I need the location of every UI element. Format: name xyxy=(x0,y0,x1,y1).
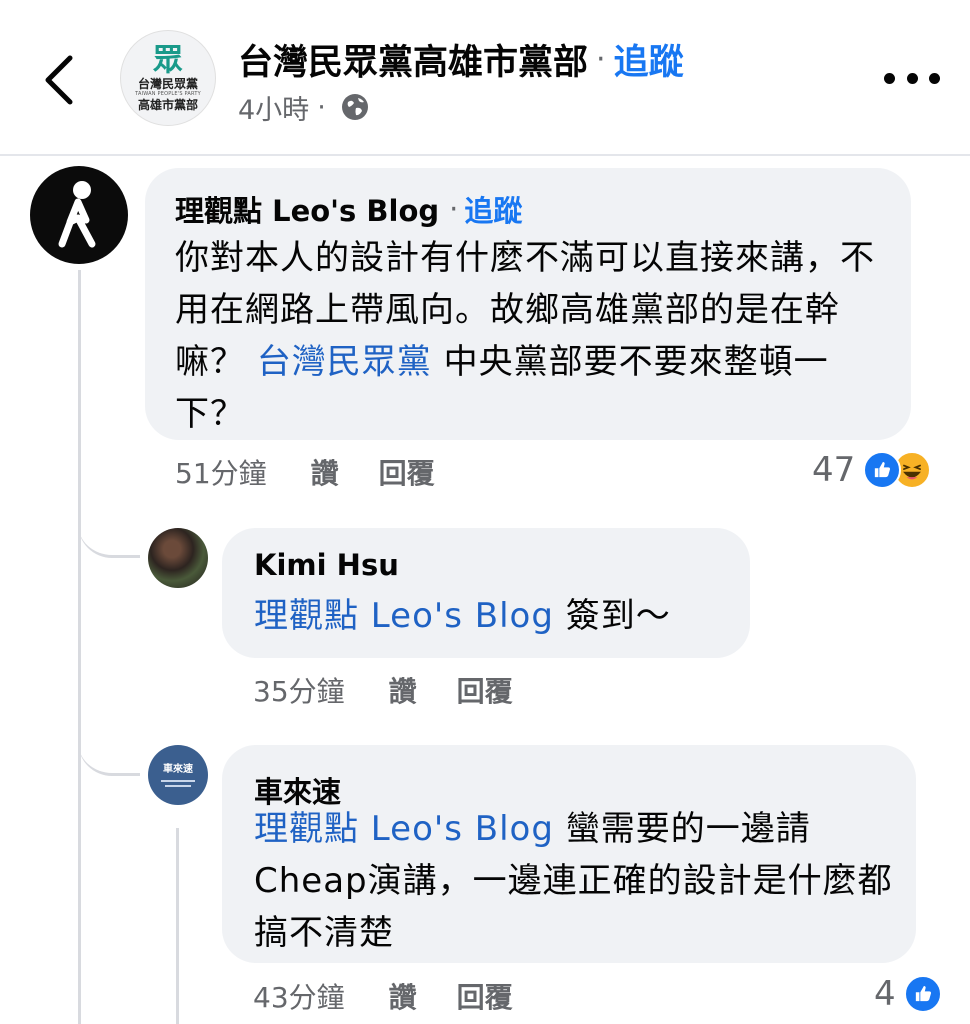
more-dot-icon xyxy=(929,72,940,84)
comment-time[interactable]: 43分鐘 xyxy=(253,976,345,1016)
comment-text-part: 簽到～ xyxy=(553,596,671,636)
avatar-decoration xyxy=(165,784,191,787)
like-button[interactable]: 讚 xyxy=(389,976,417,1016)
thread-line xyxy=(78,270,81,1024)
separator-dot: · xyxy=(596,41,606,77)
thread-connector xyxy=(78,716,140,776)
more-dot-icon xyxy=(906,72,918,84)
comment-time[interactable]: 35分鐘 xyxy=(253,670,345,710)
reaction-summary[interactable]: 47 xyxy=(812,448,932,492)
thread-connector xyxy=(78,500,140,558)
comment-meta: 35分鐘 讚 回覆 xyxy=(253,670,513,710)
reply-button[interactable]: 回覆 xyxy=(457,670,513,710)
avatar-che-lai-su[interactable]: 車來速 xyxy=(148,745,208,805)
reply-button[interactable]: 回覆 xyxy=(457,976,513,1016)
avatar-kimi-hsu[interactable] xyxy=(148,528,208,588)
party-logo-name: 台灣民眾黨 xyxy=(137,76,198,91)
reply-bubble: Kimi Hsu 理觀點 Leo's Blog 簽到～ xyxy=(222,528,750,658)
comment-text: 你對本人的設計有什麼不滿可以直接來講，不用在網路上帶風向。故鄉高雄黨部的是在幹嘛… xyxy=(175,232,895,440)
comment-meta: 51分鐘 讚 回覆 xyxy=(175,452,435,492)
page-name[interactable]: 台灣民眾黨高雄市黨部 xyxy=(238,34,588,85)
comment-text: 理觀點 Leo's Blog 蠻需要的一邊請Cheap演講，一邊連正確的設計是什… xyxy=(254,803,904,959)
follow-author-button[interactable]: 追蹤 xyxy=(464,188,522,230)
comment-author-row: 理觀點 Leo's Blog · 追蹤 xyxy=(175,188,522,230)
avatar-decoration xyxy=(161,779,195,782)
party-logo-english: TAIWAN PEOPLE'S PARTY xyxy=(135,90,201,97)
follow-page-button[interactable]: 追蹤 xyxy=(614,34,684,85)
party-logo-mark: 眾 xyxy=(153,42,183,78)
like-button[interactable]: 讚 xyxy=(389,670,417,710)
like-reaction-icon xyxy=(863,451,902,489)
more-options-button[interactable] xyxy=(884,66,940,90)
page-avatar[interactable]: 眾 台灣民眾黨 TAIWAN PEOPLE'S PARTY 高雄市黨部 xyxy=(120,30,216,126)
comment-meta: 43分鐘 讚 回覆 xyxy=(253,976,513,1016)
mention-link[interactable]: 理觀點 Leo's Blog xyxy=(254,596,554,636)
reply-thread-line xyxy=(176,828,179,1024)
comment-bubble: 理觀點 Leo's Blog · 追蹤 你對本人的設計有什麼不滿可以直接來講，不… xyxy=(145,168,911,440)
mention-link[interactable]: 理觀點 Leo's Blog xyxy=(254,809,554,849)
comment-author-row: Kimi Hsu xyxy=(254,548,399,582)
avatar-label: 車來速 xyxy=(163,763,193,775)
separator-dot: · xyxy=(449,192,459,226)
party-logo-branch: 高雄市黨部 xyxy=(137,97,198,112)
comment-author[interactable]: Kimi Hsu xyxy=(254,548,399,582)
page-name-row: 台灣民眾黨高雄市黨部 · 追蹤 xyxy=(238,34,684,85)
post-time[interactable]: 4小時 xyxy=(238,88,309,127)
walking-person-icon xyxy=(58,181,96,248)
globe-icon xyxy=(341,94,368,120)
comment-author[interactable]: 理觀點 Leo's Blog xyxy=(175,188,439,230)
reply-bubble: 車來速 理觀點 Leo's Blog 蠻需要的一邊請Cheap演講，一邊連正確的… xyxy=(222,745,916,963)
post-meta: 4小時 · xyxy=(238,86,370,128)
comment-text: 理觀點 Leo's Blog 簽到～ xyxy=(254,590,734,642)
comment-time[interactable]: 51分鐘 xyxy=(175,452,267,492)
reaction-count: 4 xyxy=(874,974,896,1014)
back-arrow-icon[interactable] xyxy=(38,50,82,110)
separator-dot: · xyxy=(317,91,326,123)
like-reaction-icon xyxy=(903,975,942,1013)
avatar-leo[interactable] xyxy=(30,166,128,264)
like-button[interactable]: 讚 xyxy=(311,452,339,492)
post-header: 眾 台灣民眾黨 TAIWAN PEOPLE'S PARTY 高雄市黨部 台灣民眾… xyxy=(0,0,970,156)
reaction-count: 47 xyxy=(812,450,856,490)
more-dot-icon xyxy=(884,72,895,84)
reply-button[interactable]: 回覆 xyxy=(379,452,435,492)
mention-link[interactable]: 台灣民眾黨 xyxy=(257,342,432,382)
reaction-summary[interactable]: 4 xyxy=(874,972,942,1016)
